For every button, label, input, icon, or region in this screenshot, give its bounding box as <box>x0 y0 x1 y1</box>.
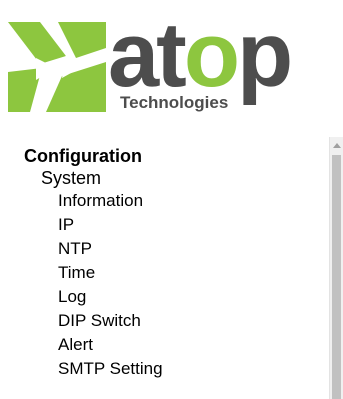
scroll-up-arrow-icon[interactable] <box>333 143 341 148</box>
nav-system-items: Information IP NTP Time Log DIP Switch A… <box>24 189 324 381</box>
atop-logo-tagline: Technologies <box>120 93 229 112</box>
nav-item-smtp-setting[interactable]: SMTP Setting <box>58 357 324 381</box>
atop-logo: atop Technologies <box>0 0 343 125</box>
nav-item-time[interactable]: Time <box>58 261 324 285</box>
nav-item-ip[interactable]: IP <box>58 213 324 237</box>
nav-heading-configuration[interactable]: Configuration <box>24 145 324 167</box>
nav-item-dip-switch[interactable]: DIP Switch <box>58 309 324 333</box>
nav-item-information[interactable]: Information <box>58 189 324 213</box>
page: atop Technologies Configuration System I… <box>0 0 343 399</box>
nav-item-log[interactable]: Log <box>58 285 324 309</box>
nav-item-ntp[interactable]: NTP <box>58 237 324 261</box>
nav-item-alert[interactable]: Alert <box>58 333 324 357</box>
nav-section-system[interactable]: System <box>41 167 324 189</box>
scrollbar-thumb[interactable] <box>332 155 341 399</box>
navigation-tree: Configuration System Information IP NTP … <box>24 145 324 381</box>
vertical-scrollbar[interactable] <box>329 137 343 399</box>
atop-logo-mark-icon <box>8 22 106 112</box>
